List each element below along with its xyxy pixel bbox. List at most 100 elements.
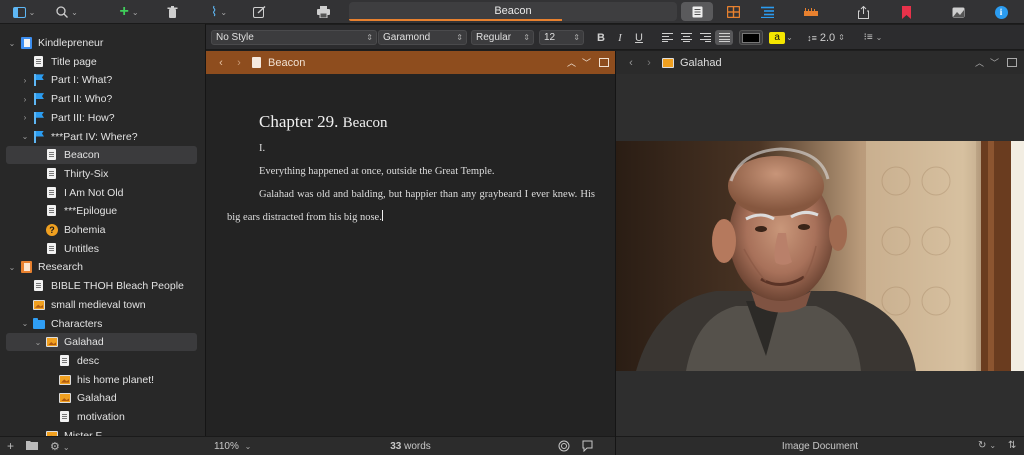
binder-item[interactable]: Mister F xyxy=(6,427,197,436)
print-button[interactable] xyxy=(314,3,332,21)
paragraph-style-select[interactable]: No Style ⇕ xyxy=(211,30,377,45)
next-document-button[interactable]: ﹀ xyxy=(990,56,999,69)
binder-item-label: Kindlepreneur xyxy=(38,37,104,49)
binder-item[interactable]: I Am Not Old xyxy=(6,184,197,202)
line-spacing-control[interactable]: ↕≡ 2.0 ⇕ xyxy=(803,30,849,45)
compose-button[interactable] xyxy=(250,3,268,21)
editor-text-area[interactable]: Chapter 29. Beacon I. Everything happene… xyxy=(206,74,615,436)
binder-item-label: Beacon xyxy=(64,149,100,162)
document-icon xyxy=(33,55,45,68)
share-icon xyxy=(857,5,869,19)
history-button[interactable]: ↻ ⌄ xyxy=(978,440,996,451)
binder-item[interactable]: › Part I: What? xyxy=(6,71,197,89)
binder-item[interactable]: ⌄ Research xyxy=(6,258,197,276)
forward-button[interactable]: › xyxy=(230,57,248,69)
disclosure-open-icon[interactable]: ⌄ xyxy=(6,39,18,48)
list-style-button[interactable]: ⁝≡ ⌄ xyxy=(861,30,885,45)
binder-item[interactable]: ⌄ Galahad xyxy=(6,333,197,352)
highlight-color-well[interactable]: a ⌄ xyxy=(769,30,793,45)
target-button[interactable] xyxy=(558,440,570,455)
binder-item[interactable]: ⌄ Kindlepreneur xyxy=(6,34,197,52)
align-left-button[interactable] xyxy=(660,30,674,45)
disclosure-open-icon[interactable]: ⌄ xyxy=(19,132,31,141)
trash-button[interactable] xyxy=(163,3,181,21)
line-spacing-icon: ↕≡ xyxy=(807,32,817,43)
binder-item[interactable]: ⌄ ***Part IV: Where? xyxy=(6,128,197,146)
split-toggle-button[interactable] xyxy=(599,58,609,67)
binder-item[interactable]: his home planet! xyxy=(6,371,197,389)
split-toggle-button[interactable] xyxy=(1007,58,1017,67)
disclosure-closed-icon[interactable]: › xyxy=(19,95,31,104)
document-icon xyxy=(59,354,71,367)
binder-item[interactable]: desc xyxy=(6,352,197,370)
binder-item[interactable]: small medieval town xyxy=(6,296,197,314)
binder-item[interactable]: Galahad xyxy=(6,389,197,407)
editor-header-title: Beacon xyxy=(268,56,306,69)
previous-document-button[interactable]: ︿ xyxy=(567,56,576,69)
add-item-button[interactable]: + ⌄ xyxy=(114,3,144,21)
binder-item-label: Thirty-Six xyxy=(64,167,109,180)
underline-button[interactable]: U xyxy=(633,30,645,45)
view-mode-button[interactable]: ⌄ xyxy=(8,3,40,21)
align-right-button[interactable] xyxy=(698,30,712,45)
image-icon xyxy=(59,374,71,386)
document-icon xyxy=(59,411,71,423)
chevron-updown-icon: ⇕ xyxy=(456,33,463,42)
binder-settings-button[interactable]: ⚙ ⌄ xyxy=(50,439,70,453)
binder-item[interactable]: Beacon xyxy=(6,146,197,165)
search-button[interactable]: ⌄ xyxy=(52,3,82,21)
italic-button[interactable]: I xyxy=(614,30,626,45)
attachment-button[interactable]: ⌇ ⌄ xyxy=(204,3,234,21)
disclosure-closed-icon[interactable]: › xyxy=(19,76,31,85)
word-count: 33 words xyxy=(206,441,615,452)
document-title: Beacon xyxy=(494,5,532,17)
view-document-button[interactable] xyxy=(681,2,713,21)
document-icon xyxy=(46,149,58,161)
bookmark-button[interactable] xyxy=(897,3,915,21)
binder-item[interactable]: Thirty-Six xyxy=(6,165,197,183)
binder-item[interactable]: Title page xyxy=(6,53,197,71)
binder-item[interactable]: › Part III: How? xyxy=(6,109,197,127)
binder-item[interactable]: motivation xyxy=(6,408,197,426)
font-family-select[interactable]: Garamond ⇕ xyxy=(378,30,467,45)
comments-button[interactable] xyxy=(582,440,594,455)
lock-view-button[interactable]: ⇅ xyxy=(1008,440,1016,451)
quick-reference-button[interactable] xyxy=(801,3,821,21)
text-color-well[interactable] xyxy=(739,30,763,45)
back-button[interactable]: ‹ xyxy=(212,57,230,69)
back-button[interactable]: ‹ xyxy=(622,57,640,69)
trash-icon xyxy=(167,6,177,18)
image-viewer[interactable] xyxy=(616,74,1024,436)
inspector-button[interactable]: i xyxy=(992,3,1010,21)
font-size-field[interactable]: 12 ⇕ xyxy=(539,30,584,45)
binder-item[interactable]: BIBLE THOH Bleach People xyxy=(6,277,197,295)
bold-button[interactable]: B xyxy=(595,30,607,45)
binder-item[interactable]: Untitles xyxy=(6,240,197,258)
disclosure-open-icon[interactable]: ⌄ xyxy=(32,338,44,347)
binder-item[interactable]: ***Epilogue xyxy=(6,202,197,220)
disclosure-closed-icon[interactable]: › xyxy=(19,113,31,122)
disclosure-open-icon[interactable]: ⌄ xyxy=(6,263,18,272)
binder-item[interactable]: ⌄ Characters xyxy=(6,315,197,333)
binder-item-label: I Am Not Old xyxy=(64,186,124,199)
next-document-button[interactable]: ﹀ xyxy=(582,56,591,69)
view-outliner-button[interactable] xyxy=(751,2,783,21)
add-folder-button[interactable] xyxy=(26,439,39,453)
chevron-updown-icon: ⇕ xyxy=(838,33,845,42)
align-center-button[interactable] xyxy=(679,30,693,45)
disclosure-open-icon[interactable]: ⌄ xyxy=(19,319,31,328)
image-icon xyxy=(46,336,58,348)
binder-item-label: Characters xyxy=(51,317,103,330)
paragraph-2-line-2-text: big ears distracted from his big nose. xyxy=(227,212,382,223)
share-button[interactable] xyxy=(854,3,872,21)
compile-button[interactable] xyxy=(949,3,967,21)
forward-button[interactable]: › xyxy=(640,57,658,69)
chevron-down-icon: ⌄ xyxy=(989,441,997,450)
add-document-button[interactable]: + xyxy=(7,439,14,453)
view-corkboard-button[interactable] xyxy=(717,2,749,21)
binder-item[interactable]: ? Bohemia xyxy=(6,221,197,239)
font-weight-select[interactable]: Regular ⇕ xyxy=(471,30,534,45)
align-justify-button[interactable] xyxy=(715,30,733,45)
binder-item[interactable]: › Part II: Who? xyxy=(6,90,197,108)
previous-document-button[interactable]: ︿ xyxy=(975,56,984,69)
